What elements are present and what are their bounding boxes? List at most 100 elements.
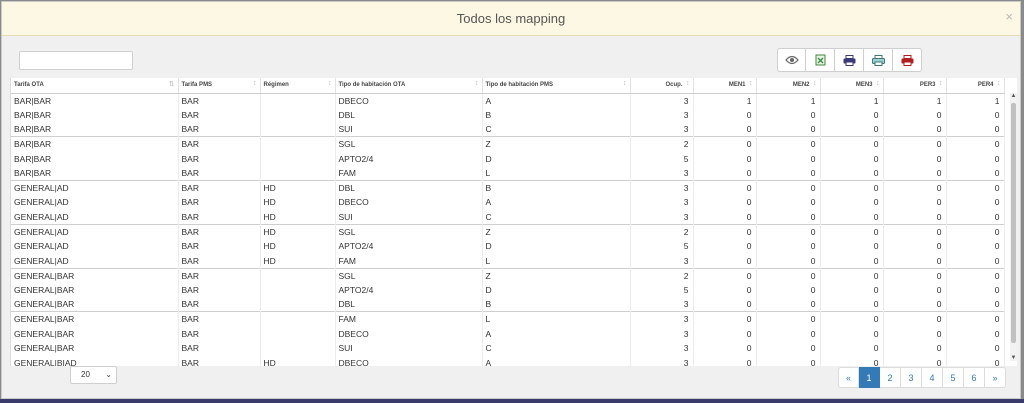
table-cell: 0	[820, 223, 884, 239]
sort-icon[interactable]: ⇅	[169, 80, 175, 88]
page-size-select[interactable]: 20 ⌄	[70, 366, 117, 384]
table-cell: 3	[630, 122, 694, 137]
table-row[interactable]: BAR|BAR BAR DBL B 3 0 0 0 0 0	[11, 107, 1005, 123]
column-header[interactable]: MEN1 ↕	[693, 78, 757, 94]
table-cell: DBL	[335, 107, 483, 123]
page-button-2[interactable]: 2	[880, 367, 901, 388]
table-row[interactable]: GENERAL|BAR BAR SUI C 3 0 0 0 0 0	[11, 341, 1005, 356]
table-cell: 0	[693, 297, 757, 312]
table-cell: A	[482, 195, 631, 210]
sort-icon[interactable]: ↕	[328, 80, 332, 87]
sort-icon[interactable]: ↕	[876, 80, 880, 87]
table-row[interactable]: BAR|BAR BAR FAM L 3 0 0 0 0 0	[11, 165, 1005, 181]
table-row[interactable]: GENERAL|AD BAR HD APTO2/4 D 5 0 0 0 0 0	[11, 238, 1005, 254]
scroll-up-icon[interactable]: ▲	[1010, 93, 1017, 99]
table-row[interactable]: BAR|BAR BAR SUI C 3 0 0 0 0 0	[11, 122, 1005, 137]
table-cell: BAR	[178, 107, 261, 123]
table-row[interactable]: GENERAL|BAR BAR APTO2/4 D 5 0 0 0 0 0	[11, 282, 1005, 298]
column-header[interactable]: Tarifa OTA ⇅	[11, 78, 179, 94]
table-cell: B	[482, 180, 631, 196]
table-cell: BAR	[178, 151, 261, 166]
table-row[interactable]: GENERAL|AD BAR HD DBL B 3 0 0 0 0 0	[11, 180, 1005, 196]
column-header[interactable]: Tipo de habitación OTA ↕	[335, 78, 483, 94]
column-header[interactable]: PER3 ↕	[883, 78, 947, 94]
column-header[interactable]: Régimen ↕	[260, 78, 336, 94]
table-cell: 0	[946, 253, 1005, 269]
page-button-3[interactable]: 3	[901, 367, 922, 388]
sort-icon[interactable]: ↕	[623, 80, 627, 87]
prev-page-button[interactable]: «	[838, 367, 859, 388]
table-cell: 3	[630, 209, 694, 225]
table-cell: 0	[883, 209, 947, 225]
table-cell: 0	[693, 122, 757, 137]
table-row[interactable]: BAR|BAR BAR SGL Z 2 0 0 0 0 0	[11, 136, 1005, 152]
print-button[interactable]	[835, 48, 864, 72]
table-row[interactable]: GENERAL|BAR BAR DBL B 3 0 0 0 0 0	[11, 297, 1005, 312]
table-cell: BAR	[178, 326, 261, 342]
table-cell	[260, 107, 336, 123]
table-row[interactable]: GENERAL|AD BAR HD FAM L 3 0 0 0 0 0	[11, 253, 1005, 269]
sort-icon[interactable]: ↕	[749, 80, 753, 87]
eye-button[interactable]	[777, 48, 806, 72]
table-cell: 0	[820, 165, 884, 181]
table-cell: BAR	[178, 122, 261, 137]
page-button-5[interactable]: 5	[943, 367, 964, 388]
next-page-button[interactable]: »	[985, 367, 1006, 388]
sort-icon[interactable]: ↕	[253, 80, 257, 87]
table-cell: 0	[820, 107, 884, 123]
table-cell: BAR	[178, 253, 261, 269]
table-cell: 0	[883, 311, 947, 327]
table-cell: BAR	[178, 355, 261, 366]
column-header[interactable]: Ocup. ↕	[630, 78, 694, 94]
scroll-down-icon[interactable]: ▼	[1010, 355, 1017, 361]
table-cell: 3	[630, 107, 694, 123]
table-cell: 0	[820, 122, 884, 137]
table-cell	[260, 282, 336, 298]
table-cell: 0	[946, 341, 1005, 356]
table-cell: DBECO	[335, 355, 483, 366]
table-cell: HD	[260, 223, 336, 239]
table-cell: 0	[820, 267, 884, 283]
sort-icon[interactable]: ↕	[475, 80, 479, 87]
sort-icon[interactable]: ↕	[686, 80, 690, 87]
column-header[interactable]: Tipo de habitación PMS ↕	[482, 78, 631, 94]
table-cell: 0	[946, 238, 1005, 254]
table-row[interactable]: GENERAL|BAR BAR DBECO A 3 0 0 0 0 0	[11, 326, 1005, 342]
column-header[interactable]: MEN2 ↕	[756, 78, 821, 94]
column-header[interactable]: PER4 ↕	[946, 78, 1005, 94]
excel-export-button[interactable]	[806, 48, 835, 72]
sort-icon[interactable]: ↕	[997, 80, 1001, 87]
table-row[interactable]: GENERAL|BIAD BAR HD DBECO A 3 0 0 0 0 0	[11, 355, 1005, 366]
vertical-scrollbar[interactable]: ▲ ▼	[1010, 93, 1017, 361]
page-button-4[interactable]: 4	[922, 367, 943, 388]
table-cell: 3	[630, 297, 694, 312]
scrollbar-thumb[interactable]	[1011, 103, 1016, 343]
printer-preview-button[interactable]	[864, 48, 893, 72]
page-button-1[interactable]: 1	[859, 367, 880, 388]
table-cell: 0	[693, 341, 757, 356]
column-header-label: PER4	[977, 82, 994, 89]
table-row[interactable]: GENERAL|BAR BAR FAM L 3 0 0 0 0 0	[11, 311, 1005, 327]
page-button-6[interactable]: 6	[964, 367, 985, 388]
column-header-label: MEN3	[855, 82, 873, 89]
sort-icon[interactable]: ↕	[939, 80, 943, 87]
table-row[interactable]: GENERAL|AD BAR HD DBECO A 3 0 0 0 0 0	[11, 195, 1005, 210]
sort-icon[interactable]: ↕	[813, 80, 817, 87]
pdf-export-button[interactable]	[893, 48, 922, 72]
column-header[interactable]: Tarifa PMS ↕	[178, 78, 261, 94]
column-header[interactable]: MEN3 ↕	[820, 78, 884, 94]
table-cell: 0	[756, 165, 821, 181]
table-cell: HD	[260, 238, 336, 254]
table-row[interactable]: BAR|BAR BAR DBECO A 3 1 1 1 1 1	[11, 93, 1005, 108]
table-row[interactable]: GENERAL|AD BAR HD SUI C 3 0 0 0 0 0	[11, 209, 1005, 225]
table-row[interactable]: GENERAL|BAR BAR SGL Z 2 0 0 0 0 0	[11, 267, 1005, 283]
table-cell: BAR	[178, 297, 261, 312]
search-input[interactable]	[19, 51, 133, 70]
close-icon[interactable]: ×	[1005, 9, 1013, 24]
table-row[interactable]: GENERAL|AD BAR HD SGL Z 2 0 0 0 0 0	[11, 223, 1005, 239]
table-cell: 0	[693, 267, 757, 283]
table-cell: 3	[630, 93, 694, 108]
column-header-label: Tarifa PMS	[181, 82, 213, 89]
table-cell: HD	[260, 355, 336, 366]
table-row[interactable]: BAR|BAR BAR APTO2/4 D 5 0 0 0 0 0	[11, 151, 1005, 166]
